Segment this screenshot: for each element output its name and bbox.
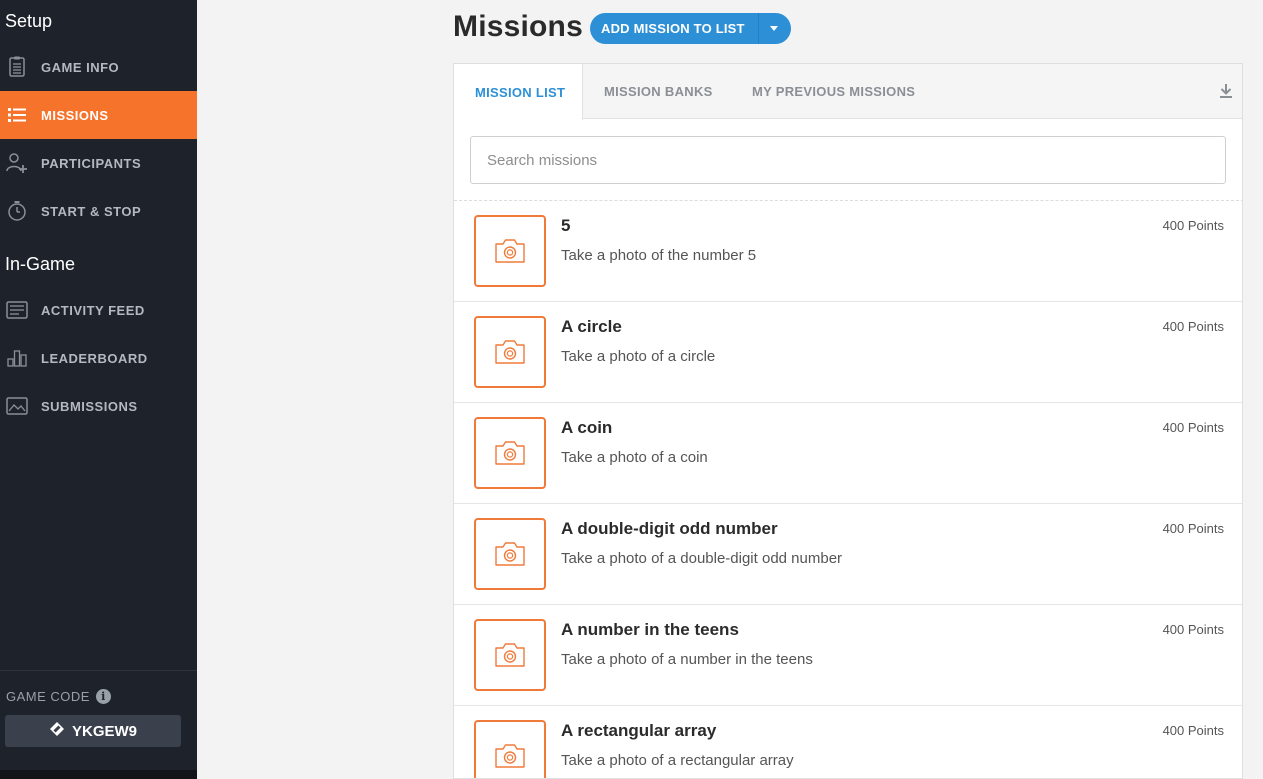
mission-points: 400 Points	[1162, 521, 1224, 536]
tab-mission-list[interactable]: MISSION LIST	[454, 64, 583, 120]
mission-row[interactable]: A circle Take a photo of a circle 400 Po…	[454, 301, 1242, 402]
search-input[interactable]	[470, 136, 1226, 184]
sidebar-item-game-info[interactable]: GAME INFO	[0, 43, 197, 91]
camera-icon	[474, 316, 546, 388]
tab-bar: MISSION LIST MISSION BANKS MY PREVIOUS M…	[454, 64, 1242, 120]
camera-icon	[474, 619, 546, 691]
mission-row[interactable]: A rectangular array Take a photo of a re…	[454, 705, 1242, 778]
mission-title: A circle	[561, 317, 622, 336]
mission-title: A number in the teens	[561, 620, 739, 639]
stopwatch-icon	[6, 200, 28, 222]
mission-description: Take a photo of a circle	[561, 348, 716, 365]
sidebar-item-label: ACTIVITY FEED	[41, 302, 145, 318]
game-code: YKGEW9	[71, 722, 137, 740]
sidebar-item-label: MISSIONS	[41, 107, 109, 123]
camera-icon	[474, 417, 546, 489]
mission-row[interactable]: A coin Take a photo of a coin 400 Points	[454, 402, 1242, 503]
chevron-down-icon[interactable]	[770, 26, 778, 31]
sidebar-item-start-stop[interactable]: START & STOP	[0, 187, 197, 235]
mission-description: Take a photo of the number 5	[561, 247, 757, 264]
sidebar-item-label: START & STOP	[41, 203, 142, 219]
page-title: Missions	[453, 10, 583, 43]
mission-description: Take a photo of a rectangular array	[561, 752, 794, 769]
mission-row[interactable]: 5 Take a photo of the number 5 400 Point…	[454, 200, 1242, 301]
main-content: Missions ADD MISSION TO LIST MISSION LIS…	[197, 0, 1263, 779]
camera-icon	[474, 518, 546, 590]
button-separator	[758, 13, 759, 44]
download-icon[interactable]	[1218, 82, 1234, 100]
mission-description: Take a photo of a coin	[561, 449, 708, 466]
sidebar-divider	[0, 670, 197, 671]
mission-points: 400 Points	[1162, 622, 1224, 637]
mission-points: 400 Points	[1162, 218, 1224, 233]
mission-row[interactable]: A number in the teens Take a photo of a …	[454, 604, 1242, 705]
sidebar-item-missions[interactable]: MISSIONS	[0, 91, 197, 139]
sidebar-item-submissions[interactable]: SUBMISSIONS	[0, 382, 197, 430]
tab-mission-banks[interactable]: MISSION BANKS	[604, 64, 713, 119]
mission-title: A rectangular array	[561, 721, 717, 740]
game-code-label-text: GAME CODE	[6, 689, 90, 704]
mission-title: 5	[561, 216, 571, 235]
sidebar-item-activity-feed[interactable]: ACTIVITY FEED	[0, 286, 197, 334]
ticket-icon	[49, 721, 65, 741]
mission-description: Take a photo of a number in the teens	[561, 651, 813, 668]
sidebar-item-label: GAME INFO	[41, 59, 120, 75]
mission-title: A double-digit odd number	[561, 519, 778, 538]
mission-points: 400 Points	[1162, 319, 1224, 334]
sidebar-item-label: LEADERBOARD	[41, 350, 148, 366]
mission-row[interactable]: A double-digit odd number Take a photo o…	[454, 503, 1242, 604]
camera-icon	[474, 215, 546, 287]
missions-panel: MISSION LIST MISSION BANKS MY PREVIOUS M…	[453, 63, 1243, 779]
clipboard-icon	[6, 56, 28, 78]
setup-section-title: Setup	[5, 11, 53, 31]
add-mission-button[interactable]: ADD MISSION TO LIST	[590, 13, 791, 44]
list-icon	[6, 104, 28, 126]
image-icon	[6, 395, 28, 417]
game-code-box[interactable]: YKGEW9	[5, 715, 181, 747]
add-mission-button-label: ADD MISSION TO LIST	[601, 21, 745, 36]
sidebar: Setup GAME INFO MISSIONS PARTICIPANTS ST…	[0, 0, 197, 779]
sidebar-item-label: PARTICIPANTS	[41, 155, 142, 171]
mission-list: 5 Take a photo of the number 5 400 Point…	[454, 200, 1242, 778]
sidebar-item-leaderboard[interactable]: LEADERBOARD	[0, 334, 197, 382]
feed-icon	[6, 299, 28, 321]
mission-points: 400 Points	[1162, 723, 1224, 738]
game-code-label: GAME CODE i	[6, 689, 111, 704]
mission-points: 400 Points	[1162, 420, 1224, 435]
sidebar-item-label: SUBMISSIONS	[41, 398, 138, 414]
sidebar-footer-strip	[0, 770, 197, 779]
mission-description: Take a photo of a double-digit odd numbe…	[561, 550, 843, 567]
add-user-icon	[6, 152, 28, 174]
bar-chart-icon	[6, 347, 28, 369]
mission-title: A coin	[561, 418, 613, 437]
tab-my-previous-missions[interactable]: MY PREVIOUS MISSIONS	[752, 64, 915, 119]
info-icon[interactable]: i	[95, 689, 111, 704]
ingame-section-title: In-Game	[5, 254, 76, 274]
camera-icon	[474, 720, 546, 778]
sidebar-item-participants[interactable]: PARTICIPANTS	[0, 139, 197, 187]
